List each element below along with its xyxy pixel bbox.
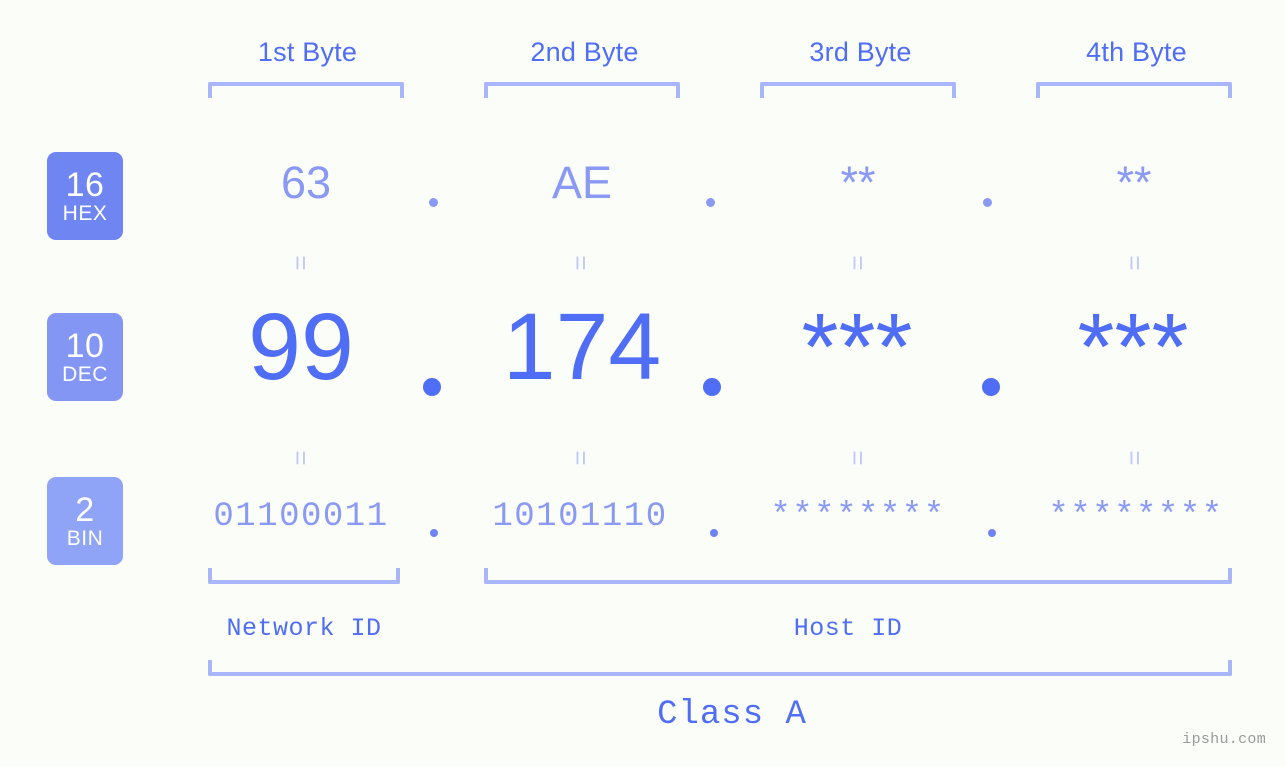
base-badge-name: BIN [66,527,104,550]
base-badge-dec: 10 DEC [47,313,123,401]
byte-bracket-2 [484,82,680,98]
bin-byte-3: ******** [770,498,946,536]
dec-separator-dot-2 [703,378,721,396]
byte-bracket-4 [1036,82,1232,98]
base-badge-hex: 16 HEX [47,152,123,240]
bin-separator-dot-2 [710,529,718,537]
base-badge-number: 2 [75,491,95,529]
class-label: Class A [657,696,807,734]
column-header-label: 2nd Byte [530,37,639,67]
equals-hex-dec-3: = [843,255,873,271]
host-id-bracket [484,568,1232,584]
column-header-label: 3rd Byte [809,37,912,67]
base-badge-number: 16 [65,166,105,204]
host-id-label: Host ID [793,614,903,643]
ip-byte-breakdown-diagram: 1st Byte 2nd Byte 3rd Byte 4th Byte 16 H… [0,0,1285,767]
site-watermark: ipshu.com [1182,731,1266,748]
hex-separator-dot-3 [983,198,992,207]
dec-byte-1: 99 [248,294,354,400]
column-header-4th-byte: 4th Byte [1024,33,1249,71]
bin-separator-dot-3 [988,529,996,537]
bin-separator-dot-1 [430,529,438,537]
dec-separator-dot-3 [982,378,1000,396]
column-header-2nd-byte: 2nd Byte [472,33,697,71]
network-id-label: Network ID [226,614,382,643]
bin-byte-2: 10101110 [492,498,668,536]
base-badge-name: HEX [62,202,108,225]
bin-byte-4: ******** [1048,498,1224,536]
column-header-3rd-byte: 3rd Byte [748,33,973,71]
equals-dec-bin-1: = [286,450,316,466]
equals-hex-dec-4: = [1120,255,1150,271]
byte-bracket-1 [208,82,404,98]
column-header-1st-byte: 1st Byte [195,33,420,71]
dec-byte-2: 174 [502,294,662,400]
equals-hex-dec-2: = [566,255,596,271]
equals-dec-bin-4: = [1120,450,1150,466]
hex-byte-4: ** [1116,157,1152,208]
bin-byte-1: 01100011 [213,498,389,536]
dec-separator-dot-1 [423,378,441,396]
base-badge-name: DEC [62,363,108,386]
base-badge-bin: 2 BIN [47,477,123,565]
hex-separator-dot-2 [706,198,715,207]
hex-byte-3: ** [840,157,876,208]
network-id-bracket [208,568,400,584]
dec-byte-4: *** [1077,294,1189,400]
hex-byte-1: 63 [280,157,332,208]
column-header-label: 1st Byte [257,37,358,67]
hex-separator-dot-1 [429,198,438,207]
dec-byte-3: *** [801,294,913,400]
equals-dec-bin-3: = [843,450,873,466]
equals-dec-bin-2: = [566,450,596,466]
column-header-label: 4th Byte [1086,37,1187,67]
byte-bracket-3 [760,82,956,98]
equals-hex-dec-1: = [286,255,316,271]
base-badge-number: 10 [65,327,105,365]
hex-byte-2: AE [551,157,613,208]
class-bracket [208,660,1232,676]
